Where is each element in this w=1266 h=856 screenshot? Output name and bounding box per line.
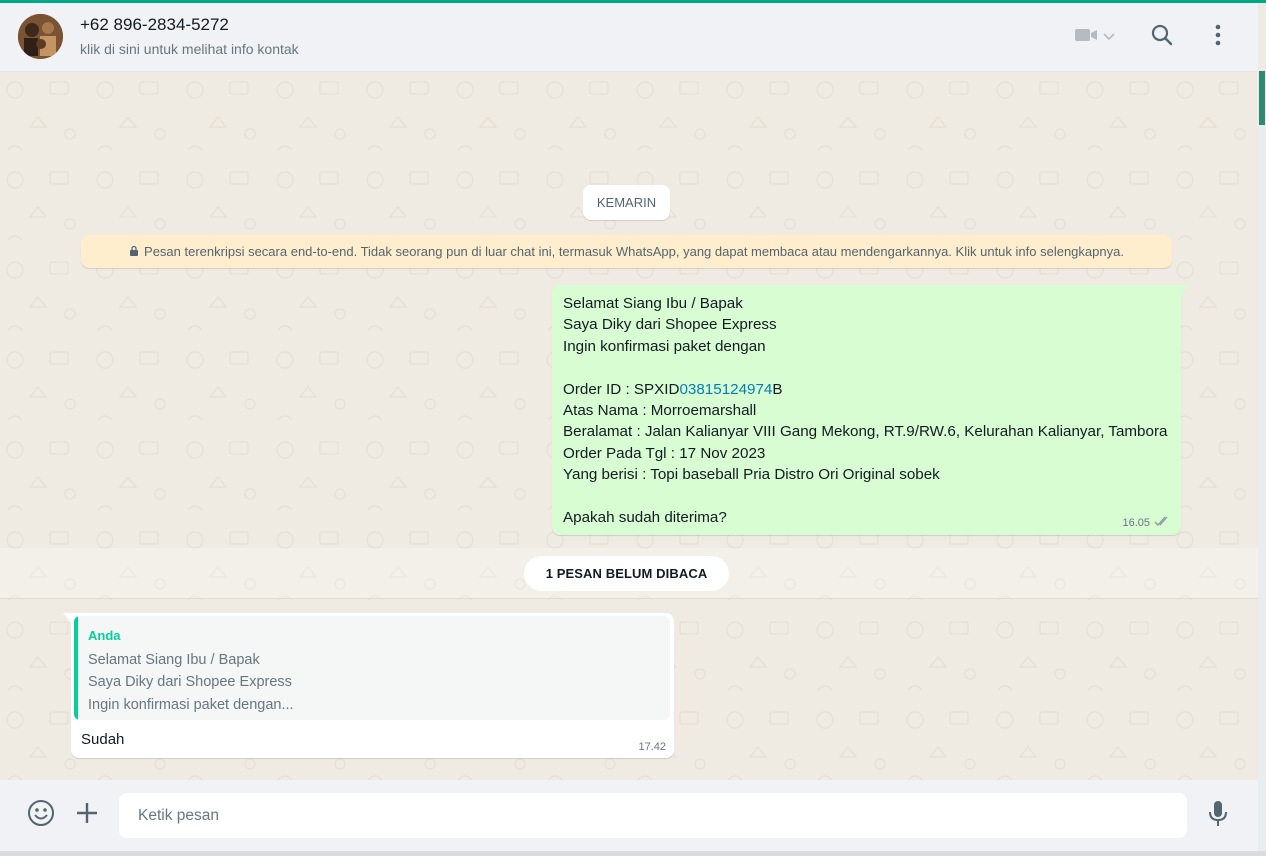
quote-accent-bar xyxy=(74,616,78,720)
unread-messages-chip: 1 PESAN BELUM DIBACA xyxy=(524,556,729,591)
message-line: Atas Nama : Morroemarshall xyxy=(563,402,757,420)
message-line: Ingin konfirmasi paket dengan xyxy=(563,337,766,355)
video-call-button[interactable] xyxy=(1068,23,1120,51)
contact-name[interactable]: +62 896-2834-5272 xyxy=(80,15,229,35)
menu-button[interactable] xyxy=(1205,22,1231,52)
composer-scroll-edge xyxy=(1258,780,1266,851)
message-input[interactable] xyxy=(119,793,1168,838)
order-id-label: Order ID : SPXID xyxy=(563,380,680,398)
avatar[interactable] xyxy=(18,14,63,59)
message-line: Selamat Siang Ibu / Bapak xyxy=(563,295,743,312)
composer-bar xyxy=(0,780,1258,851)
double-check-icon xyxy=(1154,516,1171,530)
quote-text: Selamat Siang Ibu / Bapak Saya Diky dari… xyxy=(88,649,294,716)
menu-dots-icon xyxy=(1215,24,1221,51)
incoming-message-text: Sudah xyxy=(81,731,125,748)
outgoing-message[interactable]: Selamat Siang Ibu / Bapak Saya Diky dari… xyxy=(552,285,1181,535)
message-line: Yang berisi : Topi baseball Pria Distro … xyxy=(563,466,940,484)
message-input-box[interactable] xyxy=(119,793,1187,838)
incoming-message[interactable]: Anda Selamat Siang Ibu / Bapak Saya Diky… xyxy=(71,613,674,758)
outgoing-message-text: Selamat Siang Ibu / Bapak Saya Diky dari… xyxy=(563,293,1167,528)
emoji-button[interactable] xyxy=(26,799,56,832)
attach-plus-icon xyxy=(76,802,98,829)
chat-header[interactable]: +62 896-2834-5272 klik di sini untuk mel… xyxy=(0,3,1258,72)
outgoing-message-meta: 16.05 xyxy=(1122,516,1171,530)
quote-author: Anda xyxy=(88,628,121,643)
quote-line: Saya Diky dari Shopee Express xyxy=(88,674,292,691)
video-call-icon xyxy=(1074,27,1098,48)
voice-record-button[interactable] xyxy=(1206,800,1230,833)
search-icon xyxy=(1151,24,1173,51)
encryption-notice-text: Pesan terenkripsi secara end-to-end. Tid… xyxy=(144,244,1124,259)
message-line: Saya Diky dari Shopee Express xyxy=(563,316,777,334)
incoming-message-meta: 17.42 xyxy=(638,741,666,753)
microphone-icon xyxy=(1208,800,1228,833)
search-button[interactable] xyxy=(1148,22,1176,52)
incoming-bubble-tail xyxy=(63,613,71,623)
scrollbar-track[interactable] xyxy=(1258,71,1266,780)
emoji-icon xyxy=(27,799,55,832)
order-id-suffix: B xyxy=(772,380,783,398)
message-line: Apakah sudah diterima? xyxy=(563,509,727,527)
quote-line: Selamat Siang Ibu / Bapak xyxy=(88,652,260,668)
contact-subtitle[interactable]: klik di sini untuk melihat info kontak xyxy=(80,41,299,57)
message-time: 16.05 xyxy=(1122,517,1150,529)
attach-button[interactable] xyxy=(74,802,100,828)
chevron-down-icon xyxy=(1102,28,1115,46)
quote-line: Ingin konfirmasi paket dengan... xyxy=(88,696,294,713)
scrollbar-thumb[interactable] xyxy=(1259,71,1265,125)
window-bottom-edge xyxy=(0,851,1266,856)
outgoing-bubble-tail xyxy=(1181,285,1189,295)
date-chip: KEMARIN xyxy=(583,185,670,220)
message-line: Beralamat : Jalan Kalianyar VIII Gang Me… xyxy=(563,423,1168,441)
encryption-notice[interactable]: Pesan terenkripsi secara end-to-end. Tid… xyxy=(81,235,1172,268)
lock-icon xyxy=(129,244,144,259)
message-line: Order Pada Tgl : 17 Nov 2023 xyxy=(563,444,766,462)
quoted-message[interactable]: Anda Selamat Siang Ibu / Bapak Saya Diky… xyxy=(74,616,670,720)
order-id-phone-link[interactable]: 03815124974 xyxy=(679,381,772,398)
message-time: 17.42 xyxy=(638,741,666,753)
